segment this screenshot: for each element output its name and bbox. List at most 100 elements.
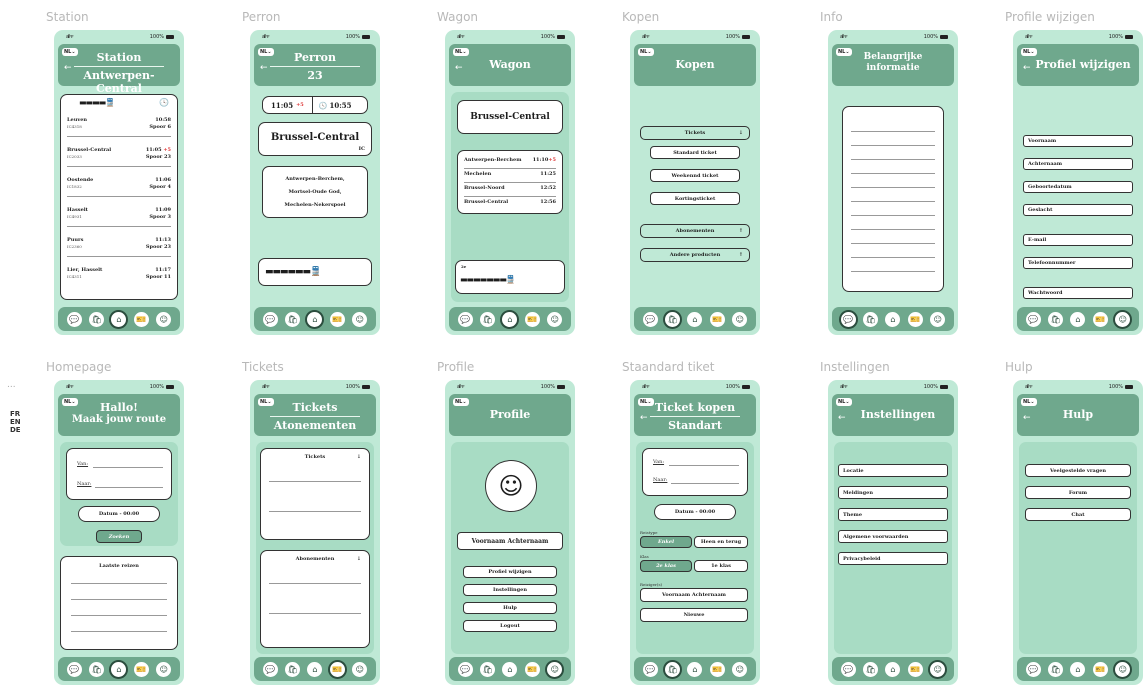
lang-en[interactable]: EN xyxy=(10,418,21,426)
klas2-toggle[interactable]: 2e klas xyxy=(640,560,692,572)
naar-input[interactable]: Naar: xyxy=(77,481,91,487)
home-icon[interactable]: ⌂ xyxy=(502,311,518,327)
chat-icon[interactable]: 💬 xyxy=(1025,661,1041,677)
wachtwoord-field[interactable]: Wachtwoord xyxy=(1023,287,1133,299)
profile-icon[interactable]: ☺ xyxy=(732,661,748,677)
email-field[interactable]: E-mail xyxy=(1023,234,1133,246)
chat-icon[interactable]: 💬 xyxy=(66,311,82,327)
language-badge[interactable]: NL⌄ xyxy=(1021,48,1037,56)
ticket-icon[interactable]: 🎫 xyxy=(133,661,149,677)
profile-icon[interactable]: ☺ xyxy=(930,311,946,327)
chat-icon[interactable]: 💬 xyxy=(642,311,658,327)
language-badge[interactable]: NL⌄ xyxy=(453,398,469,406)
meldingen-item[interactable]: Meldingen xyxy=(838,486,948,499)
korting-ticket-button[interactable]: Kortingsticket xyxy=(650,192,740,205)
ticket-icon[interactable]: 🎫 xyxy=(329,661,345,677)
locatie-item[interactable]: Locatie xyxy=(838,464,948,477)
tickets-heading[interactable]: Tickets ↓ xyxy=(261,449,369,460)
ticket-icon[interactable]: 🎫 xyxy=(709,311,725,327)
zoeken-button[interactable]: Zoeken xyxy=(96,530,142,543)
language-badge[interactable]: NL⌄ xyxy=(638,398,654,406)
language-badge[interactable]: NL⌄ xyxy=(836,48,852,56)
home-icon[interactable]: ⌂ xyxy=(687,311,703,327)
language-list[interactable]: FR EN DE xyxy=(10,410,21,434)
enkel-toggle[interactable]: Enkel xyxy=(640,536,692,548)
van-input[interactable]: Van: xyxy=(77,461,88,467)
departure-row[interactable]: Leuven 10:58 IC4318 Spoor 6 xyxy=(67,117,171,137)
shop-icon[interactable]: 🛍 xyxy=(480,661,496,677)
shop-icon[interactable]: 🛍 xyxy=(285,311,301,327)
profile-icon[interactable]: ☺ xyxy=(1115,661,1131,677)
shop-icon[interactable]: 🛍 xyxy=(89,661,105,677)
chat-icon[interactable]: 💬 xyxy=(840,311,856,327)
ticket-icon[interactable]: 🎫 xyxy=(907,661,923,677)
theme-item[interactable]: Theme xyxy=(838,508,948,521)
back-arrow-icon[interactable]: ← xyxy=(64,63,72,73)
profile-icon[interactable]: ☺ xyxy=(156,311,172,327)
geslacht-field[interactable]: Geslacht xyxy=(1023,204,1133,216)
avatar-icon[interactable]: ☺ xyxy=(485,460,537,512)
back-arrow-icon[interactable]: ← xyxy=(260,63,268,73)
profile-icon[interactable]: ☺ xyxy=(352,311,368,327)
profile-icon[interactable]: ☺ xyxy=(547,311,563,327)
naar-input[interactable]: Naar: xyxy=(653,477,667,483)
departure-row[interactable]: Puurs 11:13 IC2360 Spoor 23 xyxy=(67,237,171,257)
language-badge[interactable]: NL⌄ xyxy=(638,48,654,56)
ticket-icon[interactable]: 🎫 xyxy=(907,311,923,327)
shop-icon[interactable]: 🛍 xyxy=(665,311,681,327)
ticket-icon[interactable]: 🎫 xyxy=(133,311,149,327)
ticket-icon[interactable]: 🎫 xyxy=(1092,661,1108,677)
shop-icon[interactable]: 🛍 xyxy=(1048,661,1064,677)
language-badge[interactable]: NL⌄ xyxy=(62,48,78,56)
ticket-icon[interactable]: 🎫 xyxy=(524,661,540,677)
reiziger-field[interactable]: Voornaam Achternaam xyxy=(640,588,748,602)
heen-en-terug-toggle[interactable]: Heen en terug xyxy=(694,536,748,548)
profile-icon[interactable]: ☺ xyxy=(930,661,946,677)
klas1-toggle[interactable]: 1e klas xyxy=(694,560,748,572)
home-icon[interactable]: ⌂ xyxy=(885,661,901,677)
shop-icon[interactable]: 🛍 xyxy=(863,661,879,677)
nieuwe-reiziger-button[interactable]: Nieuwe xyxy=(640,608,748,622)
standard-ticket-button[interactable]: Standard ticket xyxy=(650,146,740,159)
more-dots[interactable]: ... xyxy=(7,380,16,390)
tickets-dropdown[interactable]: Tickets ↓ xyxy=(640,126,750,140)
shop-icon[interactable]: 🛍 xyxy=(1048,311,1064,327)
back-arrow-icon[interactable]: ← xyxy=(838,413,846,423)
profile-icon[interactable]: ☺ xyxy=(1115,311,1131,327)
profile-icon[interactable]: ☺ xyxy=(352,661,368,677)
home-icon[interactable]: ⌂ xyxy=(687,661,703,677)
back-arrow-icon[interactable]: ← xyxy=(1023,63,1031,73)
chat-icon[interactable]: 💬 xyxy=(457,311,473,327)
lang-fr[interactable]: FR xyxy=(10,410,21,418)
home-icon[interactable]: ⌂ xyxy=(307,661,323,677)
instellingen-button[interactable]: Instellingen xyxy=(463,584,557,596)
chat-icon[interactable]: 💬 xyxy=(642,661,658,677)
home-icon[interactable]: ⌂ xyxy=(111,311,127,327)
home-icon[interactable]: ⌂ xyxy=(111,661,127,677)
shop-icon[interactable]: 🛍 xyxy=(480,311,496,327)
departure-row[interactable]: Lier, Hasselt 11:17 IC4311 Spoor 11 xyxy=(67,267,171,287)
profile-icon[interactable]: ☺ xyxy=(156,661,172,677)
abonementen-heading[interactable]: Abonementen ↓ xyxy=(261,551,369,562)
geboortedatum-field[interactable]: Geboortedatum xyxy=(1023,181,1133,193)
ticket-icon[interactable]: 🎫 xyxy=(329,311,345,327)
chat-icon[interactable]: 💬 xyxy=(1025,311,1041,327)
logout-button[interactable]: Logout xyxy=(463,620,557,632)
departure-row[interactable]: Hasselt 11:09 IC4931 Spoor 3 xyxy=(67,207,171,227)
chat-icon[interactable]: 💬 xyxy=(457,661,473,677)
home-icon[interactable]: ⌂ xyxy=(885,311,901,327)
privacy-item[interactable]: Privacybeleid xyxy=(838,552,948,565)
back-arrow-icon[interactable]: ← xyxy=(455,63,463,73)
chat-item[interactable]: Chat xyxy=(1025,508,1131,521)
andere-producten-dropdown[interactable]: Andere producten ↑ xyxy=(640,248,750,262)
back-arrow-icon[interactable]: ← xyxy=(1023,413,1031,423)
home-icon[interactable]: ⌂ xyxy=(1070,661,1086,677)
shop-icon[interactable]: 🛍 xyxy=(863,311,879,327)
faq-item[interactable]: Veelgestelde vragen xyxy=(1025,464,1131,477)
chat-icon[interactable]: 💬 xyxy=(262,311,278,327)
datum-button[interactable]: Datum - 00:00 xyxy=(654,504,736,520)
home-icon[interactable]: ⌂ xyxy=(307,311,323,327)
departure-row[interactable]: Brussel-Central 11:05 +5 IC2033 Spoor 23 xyxy=(67,147,171,167)
home-icon[interactable]: ⌂ xyxy=(502,661,518,677)
language-badge[interactable]: NL⌄ xyxy=(1021,398,1037,406)
